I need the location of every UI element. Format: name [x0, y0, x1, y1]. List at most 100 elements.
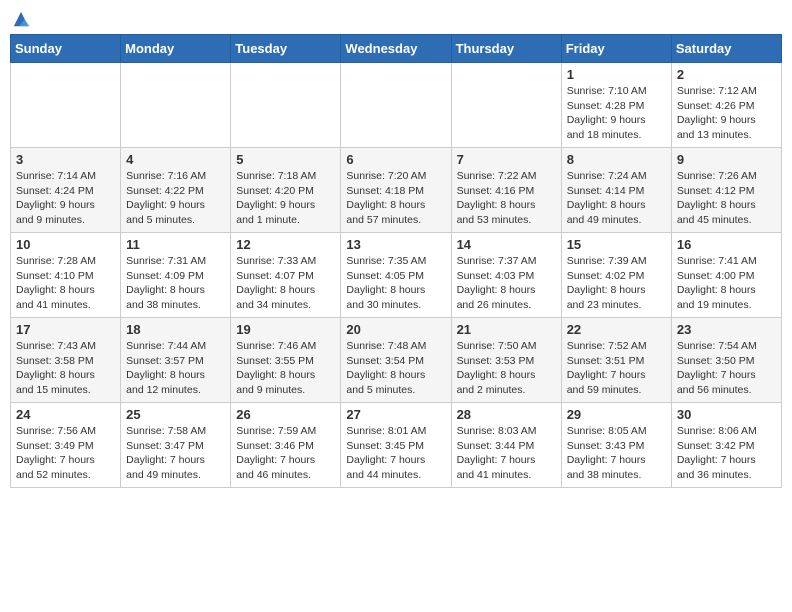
- day-info: Sunrise: 7:39 AM Sunset: 4:02 PM Dayligh…: [567, 254, 666, 313]
- logo-icon: [12, 10, 30, 30]
- day-number: 22: [567, 322, 666, 337]
- week-row-5: 24 Sunrise: 7:56 AM Sunset: 3:49 PM Dayli…: [11, 403, 782, 488]
- day-number: 24: [16, 407, 115, 422]
- day-info: Sunrise: 7:12 AM Sunset: 4:26 PM Dayligh…: [677, 84, 776, 143]
- day-info: Sunrise: 7:37 AM Sunset: 4:03 PM Dayligh…: [457, 254, 556, 313]
- day-info: Sunrise: 7:56 AM Sunset: 3:49 PM Dayligh…: [16, 424, 115, 483]
- day-info: Sunrise: 8:05 AM Sunset: 3:43 PM Dayligh…: [567, 424, 666, 483]
- day-number: 2: [677, 67, 776, 82]
- calendar-cell: 1 Sunrise: 7:10 AM Sunset: 4:28 PM Daylig…: [561, 63, 671, 148]
- day-number: 23: [677, 322, 776, 337]
- day-info: Sunrise: 7:52 AM Sunset: 3:51 PM Dayligh…: [567, 339, 666, 398]
- calendar-cell: 18Sunrise: 7:44 AM Sunset: 3:57 PM Dayli…: [121, 318, 231, 403]
- day-header-thursday: Thursday: [451, 35, 561, 63]
- calendar-cell: 29 Sunrise: 8:05 AM Sunset: 3:43 PM Dayli…: [561, 403, 671, 488]
- day-number: 16: [677, 237, 776, 252]
- calendar-cell: 6 Sunrise: 7:20 AM Sunset: 4:18 PM Daylig…: [341, 148, 451, 233]
- day-number: 13: [346, 237, 445, 252]
- day-info: Sunrise: 8:01 AM Sunset: 3:45 PM Dayligh…: [346, 424, 445, 483]
- day-info: Sunrise: 7:44 AM Sunset: 3:57 PM Dayligh…: [126, 339, 225, 398]
- calendar-cell: 28 Sunrise: 8:03 AM Sunset: 3:44 PM Dayli…: [451, 403, 561, 488]
- day-info: Sunrise: 7:20 AM Sunset: 4:18 PM Dayligh…: [346, 169, 445, 228]
- calendar-cell: 8Sunrise: 7:24 AM Sunset: 4:14 PM Daylig…: [561, 148, 671, 233]
- day-info: Sunrise: 7:35 AM Sunset: 4:05 PM Dayligh…: [346, 254, 445, 313]
- day-info: Sunrise: 7:50 AM Sunset: 3:53 PM Dayligh…: [457, 339, 556, 398]
- calendar-cell: 16 Sunrise: 7:41 AM Sunset: 4:00 PM Dayli…: [671, 233, 781, 318]
- day-info: Sunrise: 7:33 AM Sunset: 4:07 PM Dayligh…: [236, 254, 335, 313]
- calendar-cell: 13 Sunrise: 7:35 AM Sunset: 4:05 PM Dayli…: [341, 233, 451, 318]
- calendar-cell: [451, 63, 561, 148]
- calendar-cell: 24 Sunrise: 7:56 AM Sunset: 3:49 PM Dayli…: [11, 403, 121, 488]
- day-info: Sunrise: 7:43 AM Sunset: 3:58 PM Dayligh…: [16, 339, 115, 398]
- calendar-cell: 22 Sunrise: 7:52 AM Sunset: 3:51 PM Dayli…: [561, 318, 671, 403]
- day-info: Sunrise: 7:59 AM Sunset: 3:46 PM Dayligh…: [236, 424, 335, 483]
- calendar-cell: 23 Sunrise: 7:54 AM Sunset: 3:50 PM Dayli…: [671, 318, 781, 403]
- day-number: 21: [457, 322, 556, 337]
- calendar-cell: 26 Sunrise: 7:59 AM Sunset: 3:46 PM Dayli…: [231, 403, 341, 488]
- day-header-friday: Friday: [561, 35, 671, 63]
- calendar-cell: 2 Sunrise: 7:12 AM Sunset: 4:26 PM Daylig…: [671, 63, 781, 148]
- day-number: 29: [567, 407, 666, 422]
- week-row-2: 3 Sunrise: 7:14 AM Sunset: 4:24 PM Daylig…: [11, 148, 782, 233]
- calendar-cell: 11Sunrise: 7:31 AM Sunset: 4:09 PM Dayli…: [121, 233, 231, 318]
- day-number: 3: [16, 152, 115, 167]
- day-header-monday: Monday: [121, 35, 231, 63]
- calendar-cell: 12 Sunrise: 7:33 AM Sunset: 4:07 PM Dayli…: [231, 233, 341, 318]
- day-number: 14: [457, 237, 556, 252]
- calendar-cell: 3 Sunrise: 7:14 AM Sunset: 4:24 PM Daylig…: [11, 148, 121, 233]
- day-info: Sunrise: 7:41 AM Sunset: 4:00 PM Dayligh…: [677, 254, 776, 313]
- day-number: 4: [126, 152, 225, 167]
- calendar-cell: [11, 63, 121, 148]
- day-info: Sunrise: 8:03 AM Sunset: 3:44 PM Dayligh…: [457, 424, 556, 483]
- day-number: 9: [677, 152, 776, 167]
- day-info: Sunrise: 7:14 AM Sunset: 4:24 PM Dayligh…: [16, 169, 115, 228]
- day-info: Sunrise: 7:31 AM Sunset: 4:09 PM Dayligh…: [126, 254, 225, 313]
- calendar-cell: 25 Sunrise: 7:58 AM Sunset: 3:47 PM Dayli…: [121, 403, 231, 488]
- day-info: Sunrise: 7:26 AM Sunset: 4:12 PM Dayligh…: [677, 169, 776, 228]
- calendar-cell: 9 Sunrise: 7:26 AM Sunset: 4:12 PM Daylig…: [671, 148, 781, 233]
- day-number: 26: [236, 407, 335, 422]
- day-info: Sunrise: 7:48 AM Sunset: 3:54 PM Dayligh…: [346, 339, 445, 398]
- week-row-1: 1 Sunrise: 7:10 AM Sunset: 4:28 PM Daylig…: [11, 63, 782, 148]
- week-row-3: 10Sunrise: 7:28 AM Sunset: 4:10 PM Dayli…: [11, 233, 782, 318]
- day-header-saturday: Saturday: [671, 35, 781, 63]
- header: [10, 10, 782, 30]
- calendar-cell: [231, 63, 341, 148]
- calendar-cell: [341, 63, 451, 148]
- day-info: Sunrise: 7:18 AM Sunset: 4:20 PM Dayligh…: [236, 169, 335, 228]
- logo: [10, 14, 30, 30]
- day-number: 1: [567, 67, 666, 82]
- day-number: 5: [236, 152, 335, 167]
- calendar-cell: 21 Sunrise: 7:50 AM Sunset: 3:53 PM Dayli…: [451, 318, 561, 403]
- day-number: 7: [457, 152, 556, 167]
- calendar-cell: 17Sunrise: 7:43 AM Sunset: 3:58 PM Dayli…: [11, 318, 121, 403]
- day-header-wednesday: Wednesday: [341, 35, 451, 63]
- calendar-cell: 5 Sunrise: 7:18 AM Sunset: 4:20 PM Daylig…: [231, 148, 341, 233]
- day-info: Sunrise: 7:46 AM Sunset: 3:55 PM Dayligh…: [236, 339, 335, 398]
- calendar-cell: 14 Sunrise: 7:37 AM Sunset: 4:03 PM Dayli…: [451, 233, 561, 318]
- day-info: Sunrise: 7:54 AM Sunset: 3:50 PM Dayligh…: [677, 339, 776, 398]
- day-info: Sunrise: 7:22 AM Sunset: 4:16 PM Dayligh…: [457, 169, 556, 228]
- day-info: Sunrise: 7:16 AM Sunset: 4:22 PM Dayligh…: [126, 169, 225, 228]
- week-row-4: 17Sunrise: 7:43 AM Sunset: 3:58 PM Dayli…: [11, 318, 782, 403]
- calendar-cell: 30Sunrise: 8:06 AM Sunset: 3:42 PM Dayli…: [671, 403, 781, 488]
- calendar-cell: 4 Sunrise: 7:16 AM Sunset: 4:22 PM Daylig…: [121, 148, 231, 233]
- calendar-cell: 19Sunrise: 7:46 AM Sunset: 3:55 PM Dayli…: [231, 318, 341, 403]
- day-number: 12: [236, 237, 335, 252]
- calendar-cell: 10Sunrise: 7:28 AM Sunset: 4:10 PM Dayli…: [11, 233, 121, 318]
- day-number: 6: [346, 152, 445, 167]
- day-info: Sunrise: 7:10 AM Sunset: 4:28 PM Dayligh…: [567, 84, 666, 143]
- day-number: 28: [457, 407, 556, 422]
- calendar-cell: 7 Sunrise: 7:22 AM Sunset: 4:16 PM Daylig…: [451, 148, 561, 233]
- day-header-tuesday: Tuesday: [231, 35, 341, 63]
- day-number: 10: [16, 237, 115, 252]
- calendar-cell: [121, 63, 231, 148]
- day-header-sunday: Sunday: [11, 35, 121, 63]
- calendar-cell: 27Sunrise: 8:01 AM Sunset: 3:45 PM Dayli…: [341, 403, 451, 488]
- calendar-table: SundayMondayTuesdayWednesdayThursdayFrid…: [10, 34, 782, 488]
- day-number: 15: [567, 237, 666, 252]
- days-header-row: SundayMondayTuesdayWednesdayThursdayFrid…: [11, 35, 782, 63]
- day-info: Sunrise: 8:06 AM Sunset: 3:42 PM Dayligh…: [677, 424, 776, 483]
- day-info: Sunrise: 7:58 AM Sunset: 3:47 PM Dayligh…: [126, 424, 225, 483]
- day-number: 25: [126, 407, 225, 422]
